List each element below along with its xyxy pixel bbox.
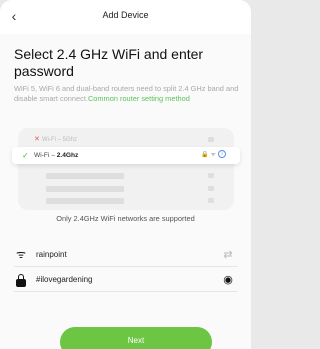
section-heading: Select 2.4 GHz WiFi and enter password [14, 46, 204, 79]
cross-icon: ✕ [34, 136, 40, 143]
placeholder-block [208, 137, 214, 142]
placeholder-bar [46, 198, 124, 204]
placeholder-bar [46, 173, 124, 179]
illustration-24ghz-band: 2.4Ghz [56, 152, 79, 159]
illustration-row-24ghz: ✓ Wi-Fi – 2.4Ghz 🔒 ᯤi [12, 147, 240, 164]
support-note: Only 2.4GHz WiFi networks are supported [56, 214, 195, 223]
wifi-password-field[interactable]: #ilovegardening ◉ [14, 270, 238, 292]
next-button[interactable]: Next [60, 327, 212, 349]
wifi-icon: ᯤ [15, 249, 27, 261]
placeholder-block [208, 173, 214, 178]
lock-body [16, 279, 26, 287]
illustration-status-icons: 🔒 ᯤi [201, 149, 226, 162]
switch-arrows-icon[interactable]: ⇄ [220, 248, 236, 262]
ssid-value[interactable]: rainpoint [36, 249, 67, 261]
wifi-band-illustration: ✕ Wi-Fi – 5Ghz ✓ Wi-Fi – 2.4Ghz 🔒 ᯤi [12, 128, 240, 210]
eye-icon[interactable]: ◉ [220, 273, 236, 287]
placeholder-block [208, 198, 214, 203]
wifi-ssid-field[interactable]: ᯤ rainpoint ⇄ [14, 245, 238, 267]
illustration-24ghz-label: Wi-Fi – 2.4Ghz [34, 149, 78, 162]
illustration-row-5ghz: ✕ Wi-Fi – 5Ghz [34, 134, 218, 146]
placeholder-block [208, 186, 214, 191]
illustration-5ghz-label: Wi-Fi – 5Ghz [42, 137, 78, 143]
instructions-text: WiFi 5, WiFi 6 and dual-band routers nee… [14, 84, 240, 104]
page-title: Add Device [102, 10, 149, 20]
check-icon: ✓ [22, 151, 29, 160]
password-value[interactable]: #ilovegardening [36, 274, 93, 286]
illustration-24ghz-prefix: Wi-Fi – [34, 152, 57, 159]
info-icon: i [218, 150, 226, 159]
lock-icon [16, 274, 26, 287]
top-bar: ‹ Add Device [0, 0, 251, 34]
placeholder-bar [46, 186, 124, 192]
lock-wifi-icons: 🔒 ᯤ [201, 152, 216, 158]
router-settings-link[interactable]: Common router setting method [88, 94, 190, 103]
add-device-screen: ‹ Add Device Select 2.4 GHz WiFi and ent… [0, 0, 251, 349]
